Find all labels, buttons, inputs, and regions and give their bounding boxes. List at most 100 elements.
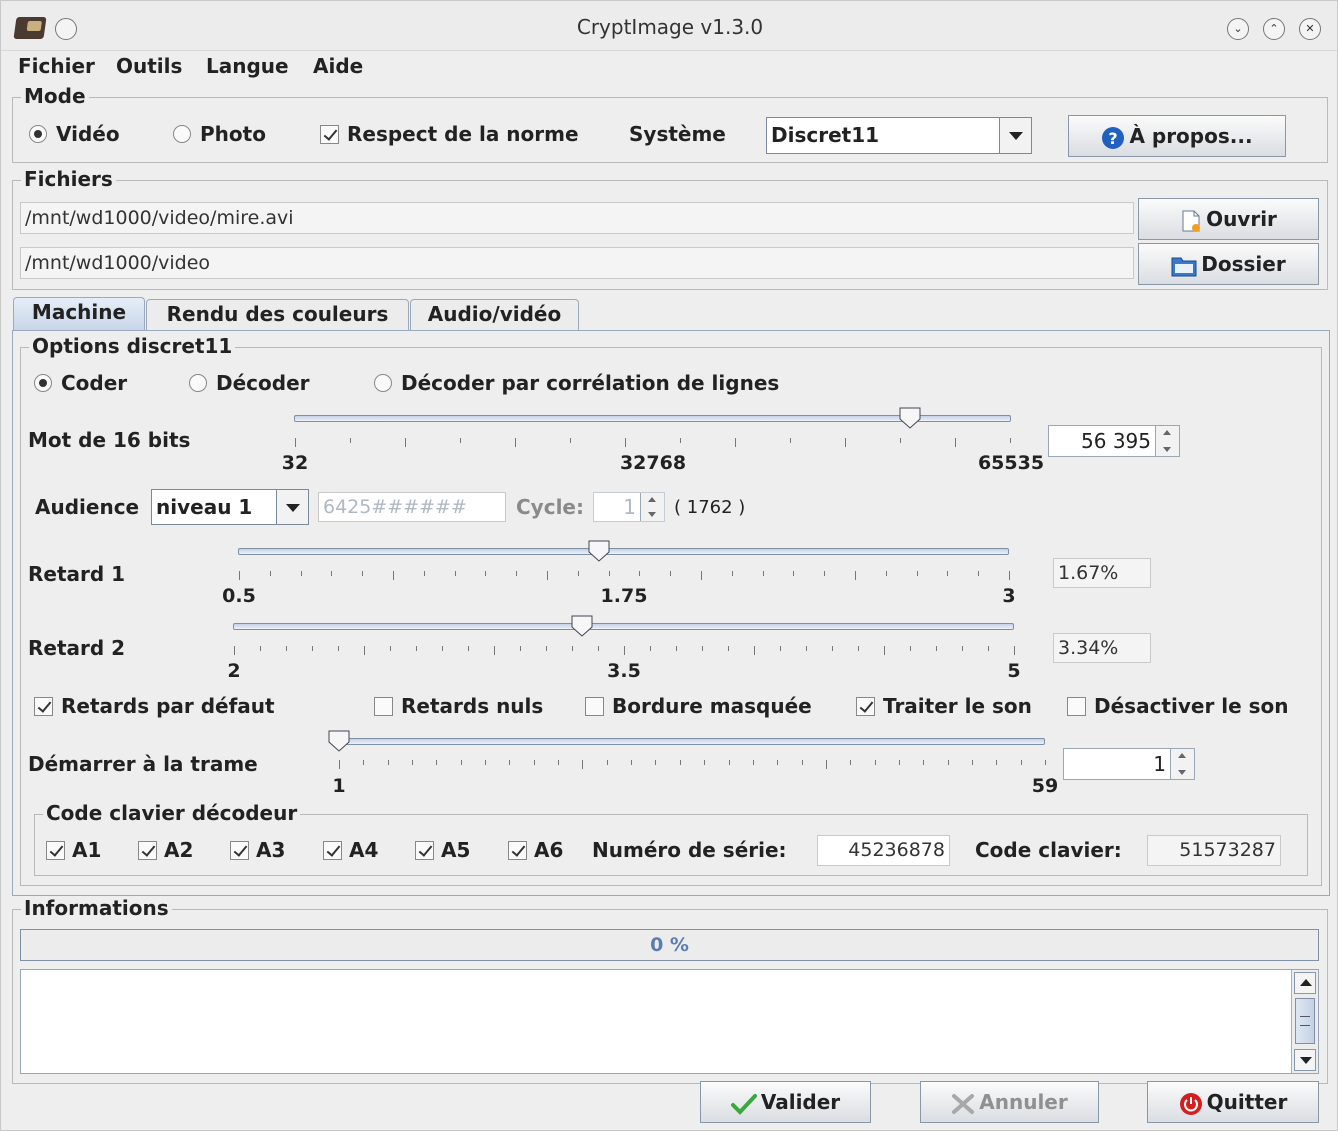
cycle-spinner: 1 xyxy=(593,492,665,522)
slider-tick xyxy=(423,571,425,576)
decoder-label: Décoder xyxy=(216,371,310,395)
mot-16-bits-slider-thumb[interactable] xyxy=(899,407,921,429)
trame-spinner[interactable]: 1 xyxy=(1063,748,1195,780)
slider-tick xyxy=(516,571,518,576)
slider-tick xyxy=(679,760,681,765)
quitter-button[interactable]: Quitter xyxy=(1147,1081,1319,1123)
scroll-up-icon[interactable] xyxy=(1294,972,1316,994)
slider-tick xyxy=(331,571,333,576)
menu-outils[interactable]: Outils xyxy=(116,54,182,78)
window-title: CryptImage v1.3.0 xyxy=(576,15,764,39)
traiter-son-checkbox[interactable] xyxy=(856,697,875,716)
slider-tick xyxy=(387,760,389,765)
serie-input[interactable]: 45236878 xyxy=(817,835,950,866)
close-button[interactable]: ✕ xyxy=(1299,18,1321,40)
slider-tick xyxy=(1045,760,1046,765)
slider-tick xyxy=(754,646,755,655)
trame-slider-thumb[interactable] xyxy=(328,730,350,752)
dossier-button[interactable]: Dossier xyxy=(1138,243,1319,285)
a4-checkbox[interactable] xyxy=(323,841,342,860)
spinner-arrows-icon[interactable] xyxy=(1170,749,1194,779)
retard1-slider-thumb[interactable] xyxy=(588,540,610,562)
decoder-radio[interactable] xyxy=(189,374,207,392)
slider-tick xyxy=(598,646,599,651)
slider-tick xyxy=(260,646,261,651)
slider-tick xyxy=(390,646,391,651)
slider-tick xyxy=(405,438,406,447)
a-propos-label: À propos... xyxy=(1129,124,1253,148)
retards-defaut-label: Retards par défaut xyxy=(61,694,275,718)
retard2-label: Retard 2 xyxy=(28,636,126,660)
slider-tick xyxy=(1014,646,1015,655)
desactiver-son-checkbox[interactable] xyxy=(1067,697,1086,716)
ouvrir-button[interactable]: Ouvrir xyxy=(1138,198,1319,240)
chevron-down-icon xyxy=(276,490,308,524)
a1-checkbox[interactable] xyxy=(46,841,65,860)
slider-tick xyxy=(572,646,573,651)
a-propos-button[interactable]: ? À propos... xyxy=(1068,115,1286,157)
mot-16-bits-label: Mot de 16 bits xyxy=(28,428,191,452)
retard1-max-label: 3 xyxy=(1002,585,1016,607)
scroll-thumb[interactable] xyxy=(1295,998,1315,1044)
minimize-button[interactable]: ⌄ xyxy=(1227,18,1249,40)
audience-code-field: 6425###### xyxy=(318,492,506,522)
mot-16-bits-spinner[interactable]: 56 395 xyxy=(1048,425,1180,457)
log-textarea[interactable] xyxy=(20,969,1319,1074)
a6-label: A6 xyxy=(534,838,564,862)
slider-tick xyxy=(947,760,949,765)
a5-checkbox[interactable] xyxy=(415,841,434,860)
folder-icon xyxy=(1171,257,1197,276)
audience-select[interactable]: niveau 1 xyxy=(151,489,309,525)
slider-tick xyxy=(295,438,296,447)
tab-machine[interactable]: Machine xyxy=(13,297,145,330)
output-folder-field[interactable]: /mnt/wd1000/video xyxy=(20,247,1134,279)
retard2-mid-label: 3.5 xyxy=(607,660,641,682)
a3-checkbox[interactable] xyxy=(230,841,249,860)
retard1-value: 1.67% xyxy=(1053,558,1151,588)
retards-nuls-checkbox[interactable] xyxy=(374,697,393,716)
slider-tick xyxy=(676,646,677,651)
video-radio[interactable] xyxy=(29,125,47,143)
tab-rendu-couleurs[interactable]: Rendu des couleurs xyxy=(146,299,409,330)
slider-tick xyxy=(485,571,487,576)
slider-tick xyxy=(971,760,973,765)
trame-track[interactable] xyxy=(339,738,1045,745)
a2-label: A2 xyxy=(164,838,194,862)
fichiers-legend: Fichiers xyxy=(21,167,116,191)
slider-tick xyxy=(286,646,287,651)
spinner-arrows-icon[interactable] xyxy=(1155,426,1179,456)
coder-radio[interactable] xyxy=(34,374,52,392)
a6-checkbox[interactable] xyxy=(508,841,527,860)
slider-tick xyxy=(947,571,949,576)
retard1-min-label: 0.5 xyxy=(222,585,256,607)
a2-checkbox[interactable] xyxy=(138,841,157,860)
bordure-masquee-checkbox[interactable] xyxy=(585,697,604,716)
a1-label: A1 xyxy=(72,838,102,862)
scroll-down-icon[interactable] xyxy=(1294,1049,1316,1071)
menu-fichier[interactable]: Fichier xyxy=(18,54,95,78)
slider-tick xyxy=(936,646,937,651)
log-scrollbar[interactable] xyxy=(1291,970,1318,1073)
maximize-button[interactable]: ⌃ xyxy=(1263,18,1285,40)
quitter-label: Quitter xyxy=(1206,1090,1288,1114)
systeme-select[interactable]: Discret11 xyxy=(766,117,1032,154)
slider-tick xyxy=(631,760,633,765)
slider-tick xyxy=(582,760,584,769)
valider-button[interactable]: Valider xyxy=(700,1081,871,1123)
respect-norme-checkbox[interactable] xyxy=(320,125,339,144)
menu-langue[interactable]: Langue xyxy=(206,54,289,78)
retard2-slider-thumb[interactable] xyxy=(571,615,593,637)
cycle-count: ( 1762 ) xyxy=(674,497,746,518)
retard1-track[interactable] xyxy=(238,548,1009,555)
bordure-masquee-label: Bordure masquée xyxy=(612,694,812,718)
tab-audio-video[interactable]: Audio/vidéo xyxy=(410,299,579,330)
input-file-field[interactable]: /mnt/wd1000/video/mire.avi xyxy=(20,202,1134,234)
slider-tick xyxy=(752,760,754,765)
slider-tick xyxy=(900,438,901,443)
slider-tick xyxy=(570,438,571,443)
photo-radio[interactable] xyxy=(173,125,191,143)
retard2-track[interactable] xyxy=(233,623,1014,630)
decoder-correlation-radio[interactable] xyxy=(374,374,392,392)
menu-aide[interactable]: Aide xyxy=(313,54,363,78)
retards-defaut-checkbox[interactable] xyxy=(34,697,53,716)
